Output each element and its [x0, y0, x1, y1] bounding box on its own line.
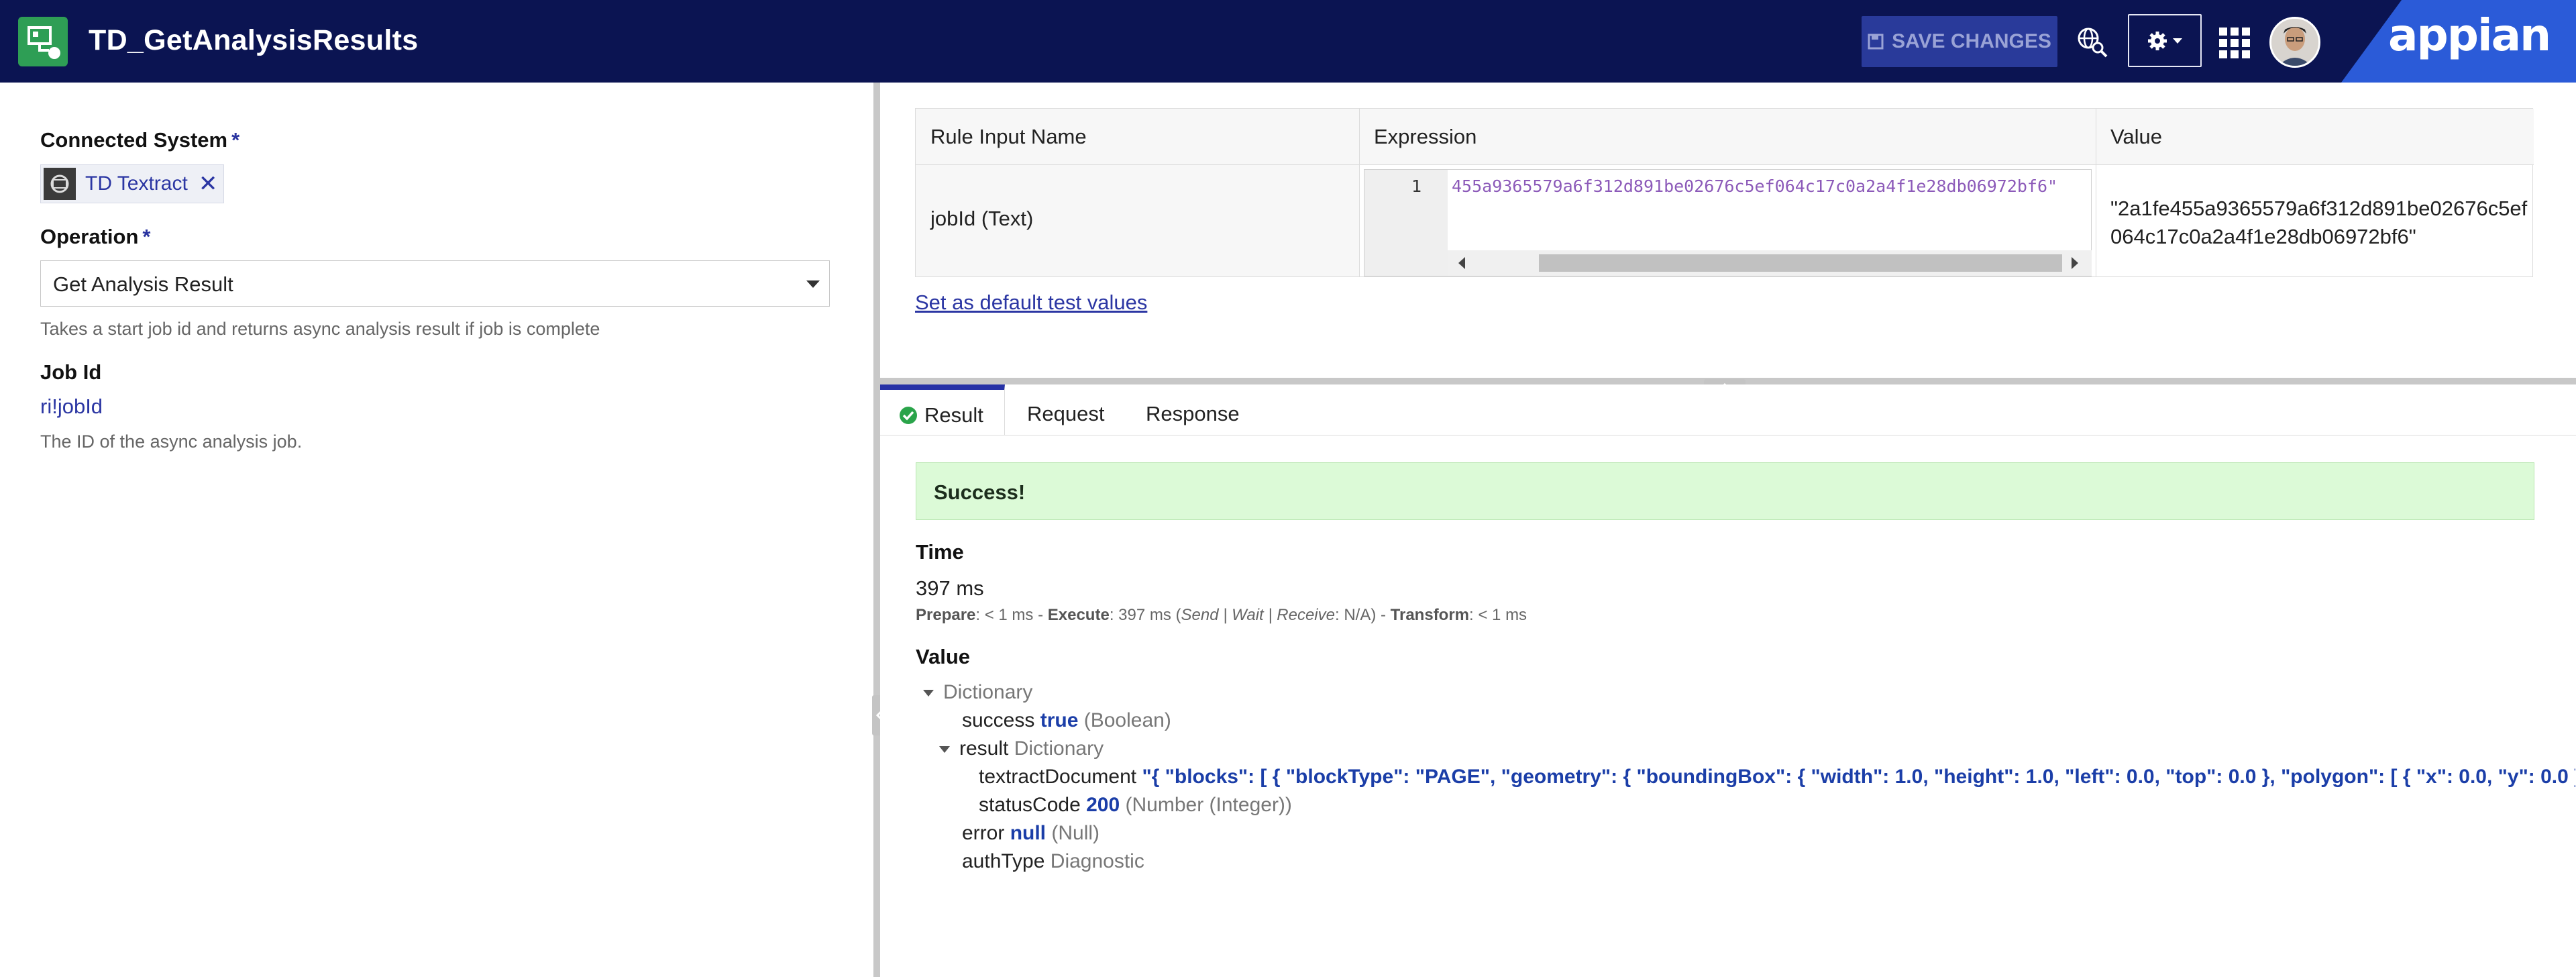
tab-result[interactable]: Result	[880, 384, 1005, 435]
top-header: TD_GetAnalysisResults SAVE CHANGES appia…	[0, 0, 2576, 83]
connected-system-chip[interactable]: TD Textract ✕	[40, 164, 224, 203]
configuration-panel: Connected System * TD Textract ✕ Operatio…	[0, 83, 873, 977]
appian-logo: appian	[2388, 9, 2551, 61]
tree-item-success: success true (Boolean)	[962, 709, 1171, 731]
editor-gutter: 1	[1364, 170, 1448, 276]
column-header-rule-input: Rule Input Name	[916, 109, 1359, 165]
scroll-right-icon[interactable]	[2070, 257, 2080, 269]
operation-hint: Takes a start job id and returns async a…	[40, 319, 600, 339]
rule-input-value: "2a1fe455a9365579a6f312d891be02676c5ef 0…	[2110, 197, 2528, 248]
tab-request[interactable]: Request	[1027, 384, 1104, 435]
rule-input-name: jobId (Text)	[930, 207, 1034, 230]
set-default-test-values-link[interactable]: Set as default test values	[915, 291, 1147, 315]
table-row-name-cell: jobId (Text)	[916, 165, 1359, 276]
job-id-label: Job Id	[40, 360, 102, 384]
save-changes-button[interactable]: SAVE CHANGES	[1862, 16, 2057, 67]
result-tabs: Result Request Response	[880, 384, 2576, 435]
gear-icon	[2148, 31, 2167, 50]
operation-dropdown[interactable]: Get Analysis Result	[40, 260, 830, 307]
results-panel: Result Request Response Success! Time 39…	[880, 384, 2576, 977]
expand-triangle-icon[interactable]	[939, 746, 950, 754]
expression-editor[interactable]: 1 455a9365579a6f312d891be02676c5ef064c17…	[1364, 169, 2092, 276]
required-asterisk: *	[142, 225, 151, 248]
settings-menu-button[interactable]	[2128, 14, 2202, 67]
chevron-down-icon	[806, 280, 820, 288]
connected-system-name: TD Textract	[85, 172, 188, 195]
tree-item-error: error null (Null)	[962, 822, 1100, 844]
vertical-splitter[interactable]	[873, 83, 880, 977]
connected-system-label: Connected System *	[40, 128, 240, 152]
user-avatar[interactable]	[2269, 17, 2320, 68]
expand-triangle-icon[interactable]	[923, 690, 934, 697]
integration-icon	[18, 17, 68, 66]
caret-down-icon	[2173, 38, 2182, 44]
apps-grid-icon[interactable]	[2219, 28, 2250, 58]
column-header-expression: Expression	[1359, 109, 2096, 165]
value-label: Value	[916, 645, 970, 668]
tree-item-status-code: statusCode 200 (Number (Integer))	[979, 794, 1292, 816]
globe-search-icon[interactable]	[2076, 26, 2108, 58]
save-icon	[1868, 34, 1884, 50]
tree-root-dictionary[interactable]: Dictionary	[923, 681, 1032, 704]
remove-chip-icon[interactable]: ✕	[199, 170, 218, 197]
page-title: TD_GetAnalysisResults	[89, 24, 419, 56]
test-inputs-panel: Rule Input Name Expression Value jobId (…	[880, 83, 2576, 378]
operation-label: Operation *	[40, 225, 151, 248]
job-id-expression-link[interactable]: ri!jobId	[40, 395, 103, 419]
operation-selected-value: Get Analysis Result	[53, 272, 233, 296]
textract-logo-icon	[44, 168, 76, 200]
tab-response[interactable]: Response	[1146, 384, 1240, 435]
tree-item-textract-document: textractDocument "{ "blocks": [ { "block…	[979, 766, 2575, 788]
check-circle-icon	[900, 407, 917, 424]
tree-item-auth-type: authType Diagnostic	[962, 850, 1144, 872]
test-inputs-table: Rule Input Name Expression Value jobId (…	[915, 108, 2534, 277]
time-value: 397 ms	[916, 576, 984, 600]
expression-code[interactable]: 455a9365579a6f312d891be02676c5ef064c17c0…	[1452, 176, 2089, 196]
save-changes-label: SAVE CHANGES	[1892, 30, 2051, 52]
column-header-value: Value	[2096, 109, 2534, 165]
scrollbar-thumb[interactable]	[1539, 254, 2062, 272]
scroll-left-icon[interactable]	[1457, 257, 1466, 269]
time-label: Time	[916, 540, 964, 564]
required-asterisk: *	[231, 128, 240, 152]
time-breakdown: Prepare: < 1 ms - Execute: 397 ms (Send …	[916, 606, 1527, 624]
line-number: 1	[1411, 176, 1422, 196]
job-id-hint: The ID of the async analysis job.	[40, 431, 303, 452]
success-banner: Success!	[916, 462, 2534, 520]
tree-item-result[interactable]: result Dictionary	[939, 737, 1104, 760]
editor-horizontal-scrollbar[interactable]	[1448, 250, 2092, 276]
